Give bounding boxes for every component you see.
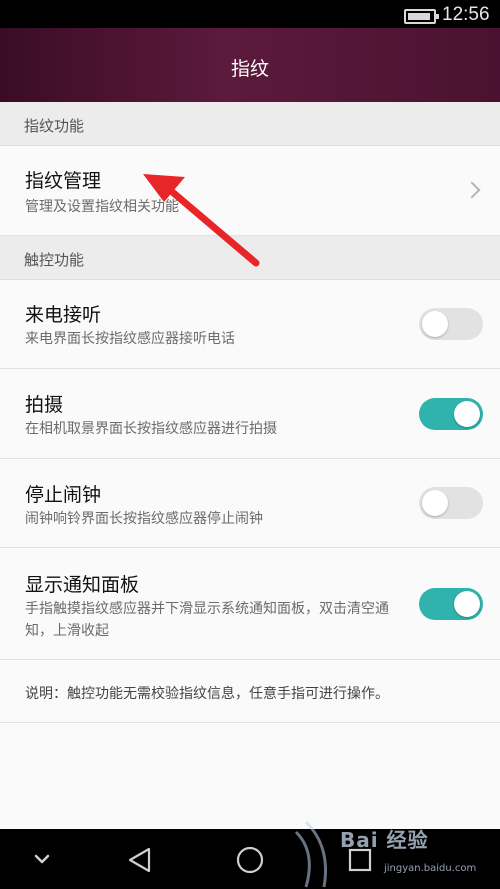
chevron-down-icon[interactable]	[12, 829, 72, 889]
back-icon[interactable]	[110, 829, 170, 889]
watermark-text: Bai 经验	[340, 828, 429, 852]
annotation-arrow	[143, 174, 260, 267]
baidu-watermark: Bai 经验 jingyan.baidu.com	[294, 812, 500, 889]
watermark-url: jingyan.baidu.com	[384, 863, 477, 874]
home-icon[interactable]	[220, 829, 280, 889]
